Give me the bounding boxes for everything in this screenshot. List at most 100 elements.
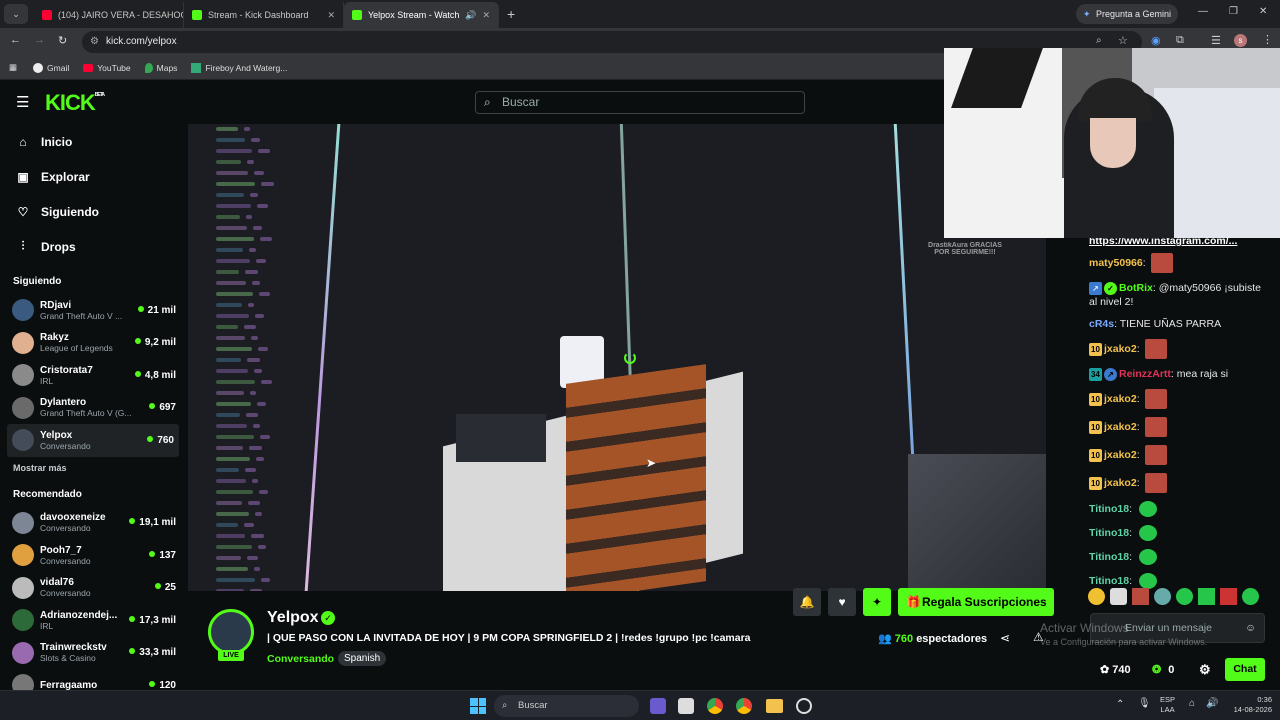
share-icon[interactable]: ⋖ (1000, 631, 1010, 645)
bookmark-fireboy[interactable]: Fireboy And Waterg... (191, 62, 287, 73)
boost-button[interactable]: ✦ (863, 588, 891, 616)
chat-username[interactable]: Titino18 (1089, 575, 1129, 587)
stream-category[interactable]: Conversando (267, 653, 334, 665)
emote-icon[interactable] (1132, 588, 1149, 605)
new-tab-button[interactable]: + (507, 6, 515, 22)
tab-kick-dashboard[interactable]: Stream - Kick Dashboard ✕ (184, 2, 344, 28)
chat-username[interactable]: Titino18 (1089, 551, 1129, 563)
emote-icon[interactable] (1176, 588, 1193, 605)
chat-username[interactable]: jxako2 (1104, 477, 1137, 489)
bookmark-gmail[interactable]: Gmail (33, 62, 69, 73)
chat-username[interactable]: maty50966 (1089, 257, 1143, 269)
profile-avatar[interactable]: s (1234, 34, 1247, 47)
bookmark-maps[interactable]: Maps (144, 62, 177, 73)
apps-grid-icon[interactable]: ▦ (9, 62, 17, 73)
nav-item-siguiendo[interactable]: ♡ Siguiendo (0, 194, 188, 229)
emote-icon[interactable] (1088, 588, 1105, 605)
tray-clock[interactable]: 0:36 14-08-2026 (1222, 695, 1272, 715)
tray-network-icon[interactable]: ⌂ (1189, 698, 1195, 709)
video-chat-line (216, 135, 296, 146)
channel-item[interactable]: Rakyz League of Legends 9,2 mil (0, 327, 188, 360)
video-player[interactable]: DrastikAura GRACIAS POR SEGUIRME!!! ➤ (188, 124, 1046, 591)
search-input[interactable]: ⌕ Buscar (475, 91, 805, 114)
zoom-icon[interactable]: ⌕ (1096, 35, 1102, 46)
chat-settings-icon[interactable]: ⚙ (1199, 662, 1211, 678)
maximize-button[interactable]: ❐ (1229, 6, 1238, 17)
taskbar-obs-icon[interactable] (796, 698, 812, 714)
nav-item-explorar[interactable]: ▣ Explorar (0, 159, 188, 194)
points-display[interactable]: ✿ 740 (1100, 663, 1131, 676)
back-icon[interactable]: ← (10, 34, 21, 46)
tray-volume-icon[interactable]: 🔊 (1206, 698, 1218, 709)
site-info-icon[interactable]: ⚙ (90, 31, 99, 53)
chat-username[interactable]: jxako2 (1104, 449, 1137, 461)
emote-icon[interactable] (1110, 588, 1127, 605)
channel-item[interactable]: Cristorata7 IRL 4,8 mil (0, 359, 188, 392)
hamburger-menu-icon[interactable]: ☰ (16, 93, 29, 111)
tab-search-button[interactable]: ⌄ (4, 4, 28, 24)
language-tag[interactable]: Spanish (338, 651, 387, 666)
bookmark-youtube[interactable]: YouTube (83, 63, 131, 73)
extension-icon[interactable]: ◉ (1151, 34, 1161, 47)
streamer-name[interactable]: Yelpox (267, 609, 319, 627)
reload-icon[interactable]: ↻ (58, 34, 67, 47)
forward-icon[interactable]: → (34, 34, 45, 46)
taskbar-app-icon[interactable] (650, 698, 666, 714)
chat-username[interactable]: Titino18 (1089, 527, 1129, 539)
reading-list-icon[interactable]: ☰ (1211, 34, 1221, 47)
extensions-puzzle-icon[interactable]: ⧉ (1176, 34, 1184, 47)
channel-item[interactable]: RDjavi Grand Theft Auto V ... 21 mil (0, 294, 188, 327)
taskbar-store-icon[interactable] (678, 698, 694, 714)
chat-username[interactable]: jxako2 (1104, 393, 1137, 405)
emote-icon[interactable] (1242, 588, 1259, 605)
follow-button[interactable]: ♥ (828, 588, 856, 616)
taskbar-explorer-icon[interactable] (766, 699, 783, 713)
kicks-display[interactable]: ❂ 0 (1152, 663, 1174, 676)
chat-username[interactable]: jxako2 (1104, 421, 1137, 433)
channel-item[interactable]: vidal76 Conversando 25 (0, 572, 188, 605)
tray-language[interactable]: ESP LAA (1160, 695, 1175, 715)
channel-item[interactable]: Dylantero Grand Theft Auto V (G... 697 (0, 392, 188, 425)
tab-youtube[interactable]: (104) JAIRO VERA - DESAHOGO ✕ (34, 2, 184, 28)
nav-item-drops[interactable]: ⫶ Drops (0, 229, 188, 264)
kick-logo[interactable]: KICKBETA (45, 90, 105, 116)
streamer-avatar[interactable] (208, 609, 254, 655)
chat-username[interactable]: Titino18 (1089, 503, 1129, 515)
gemini-button[interactable]: ✦ Pregunta a Gemini (1076, 4, 1178, 24)
channel-item[interactable]: Adrianozendej... IRL 17,3 mil (0, 604, 188, 637)
close-icon[interactable]: ✕ (476, 10, 490, 21)
nav-item-inicio[interactable]: ⌂ Inicio (0, 124, 188, 159)
channel-item[interactable]: Pooh7_7 Conversando 137 (0, 539, 188, 572)
gift-subs-button[interactable]: 🎁 Regala Suscripciones (898, 588, 1054, 616)
speaker-icon[interactable]: 🔊 (465, 10, 476, 21)
chat-username[interactable]: BotRix (1119, 282, 1153, 294)
close-icon[interactable]: ✕ (321, 10, 335, 21)
chat-send-button[interactable]: Chat (1225, 658, 1265, 681)
bookmark-star-icon[interactable]: ☆ (1118, 34, 1128, 47)
show-more-link[interactable]: Mostrar más (0, 457, 188, 479)
tray-chevron-icon[interactable]: ⌃ (1116, 699, 1124, 710)
chat-username[interactable]: jxako2 (1104, 343, 1137, 355)
emote-icon[interactable] (1220, 588, 1237, 605)
tray-mic-icon[interactable]: 🎙 (1138, 698, 1151, 709)
emoji-icon[interactable]: ☺ (1245, 614, 1256, 642)
channel-category: Conversando (40, 555, 91, 566)
start-button[interactable] (470, 698, 486, 714)
tab-yelpox-stream[interactable]: Yelpox Stream - Watch Live 🔊 ✕ (344, 2, 499, 28)
channel-item[interactable]: davooxeneize Conversando 19,1 mil (0, 507, 188, 540)
notifications-button[interactable]: 🔔 (793, 588, 821, 616)
emote-icon[interactable] (1154, 588, 1171, 605)
chat-username[interactable]: ReinzzArtt (1119, 368, 1171, 380)
channel-item[interactable]: Yelpox Conversando 760 (7, 424, 179, 457)
taskbar-search[interactable]: ⌕ Buscar (494, 695, 639, 717)
chat-username[interactable]: cR4s (1089, 318, 1114, 330)
channel-item[interactable]: Trainwreckstv Slots & Casino 33,3 mil (0, 637, 188, 670)
chat-message: 10 jxako2: (1080, 469, 1280, 497)
emote-icon[interactable] (1198, 588, 1215, 605)
menu-dots-icon[interactable]: ⋮ (1262, 33, 1273, 46)
minimize-button[interactable]: — (1198, 6, 1208, 17)
close-window-button[interactable]: ✕ (1259, 6, 1267, 17)
taskbar-chrome-active-icon[interactable] (736, 698, 752, 714)
video-chat-line (216, 300, 296, 311)
taskbar-chrome-icon[interactable] (707, 698, 723, 714)
